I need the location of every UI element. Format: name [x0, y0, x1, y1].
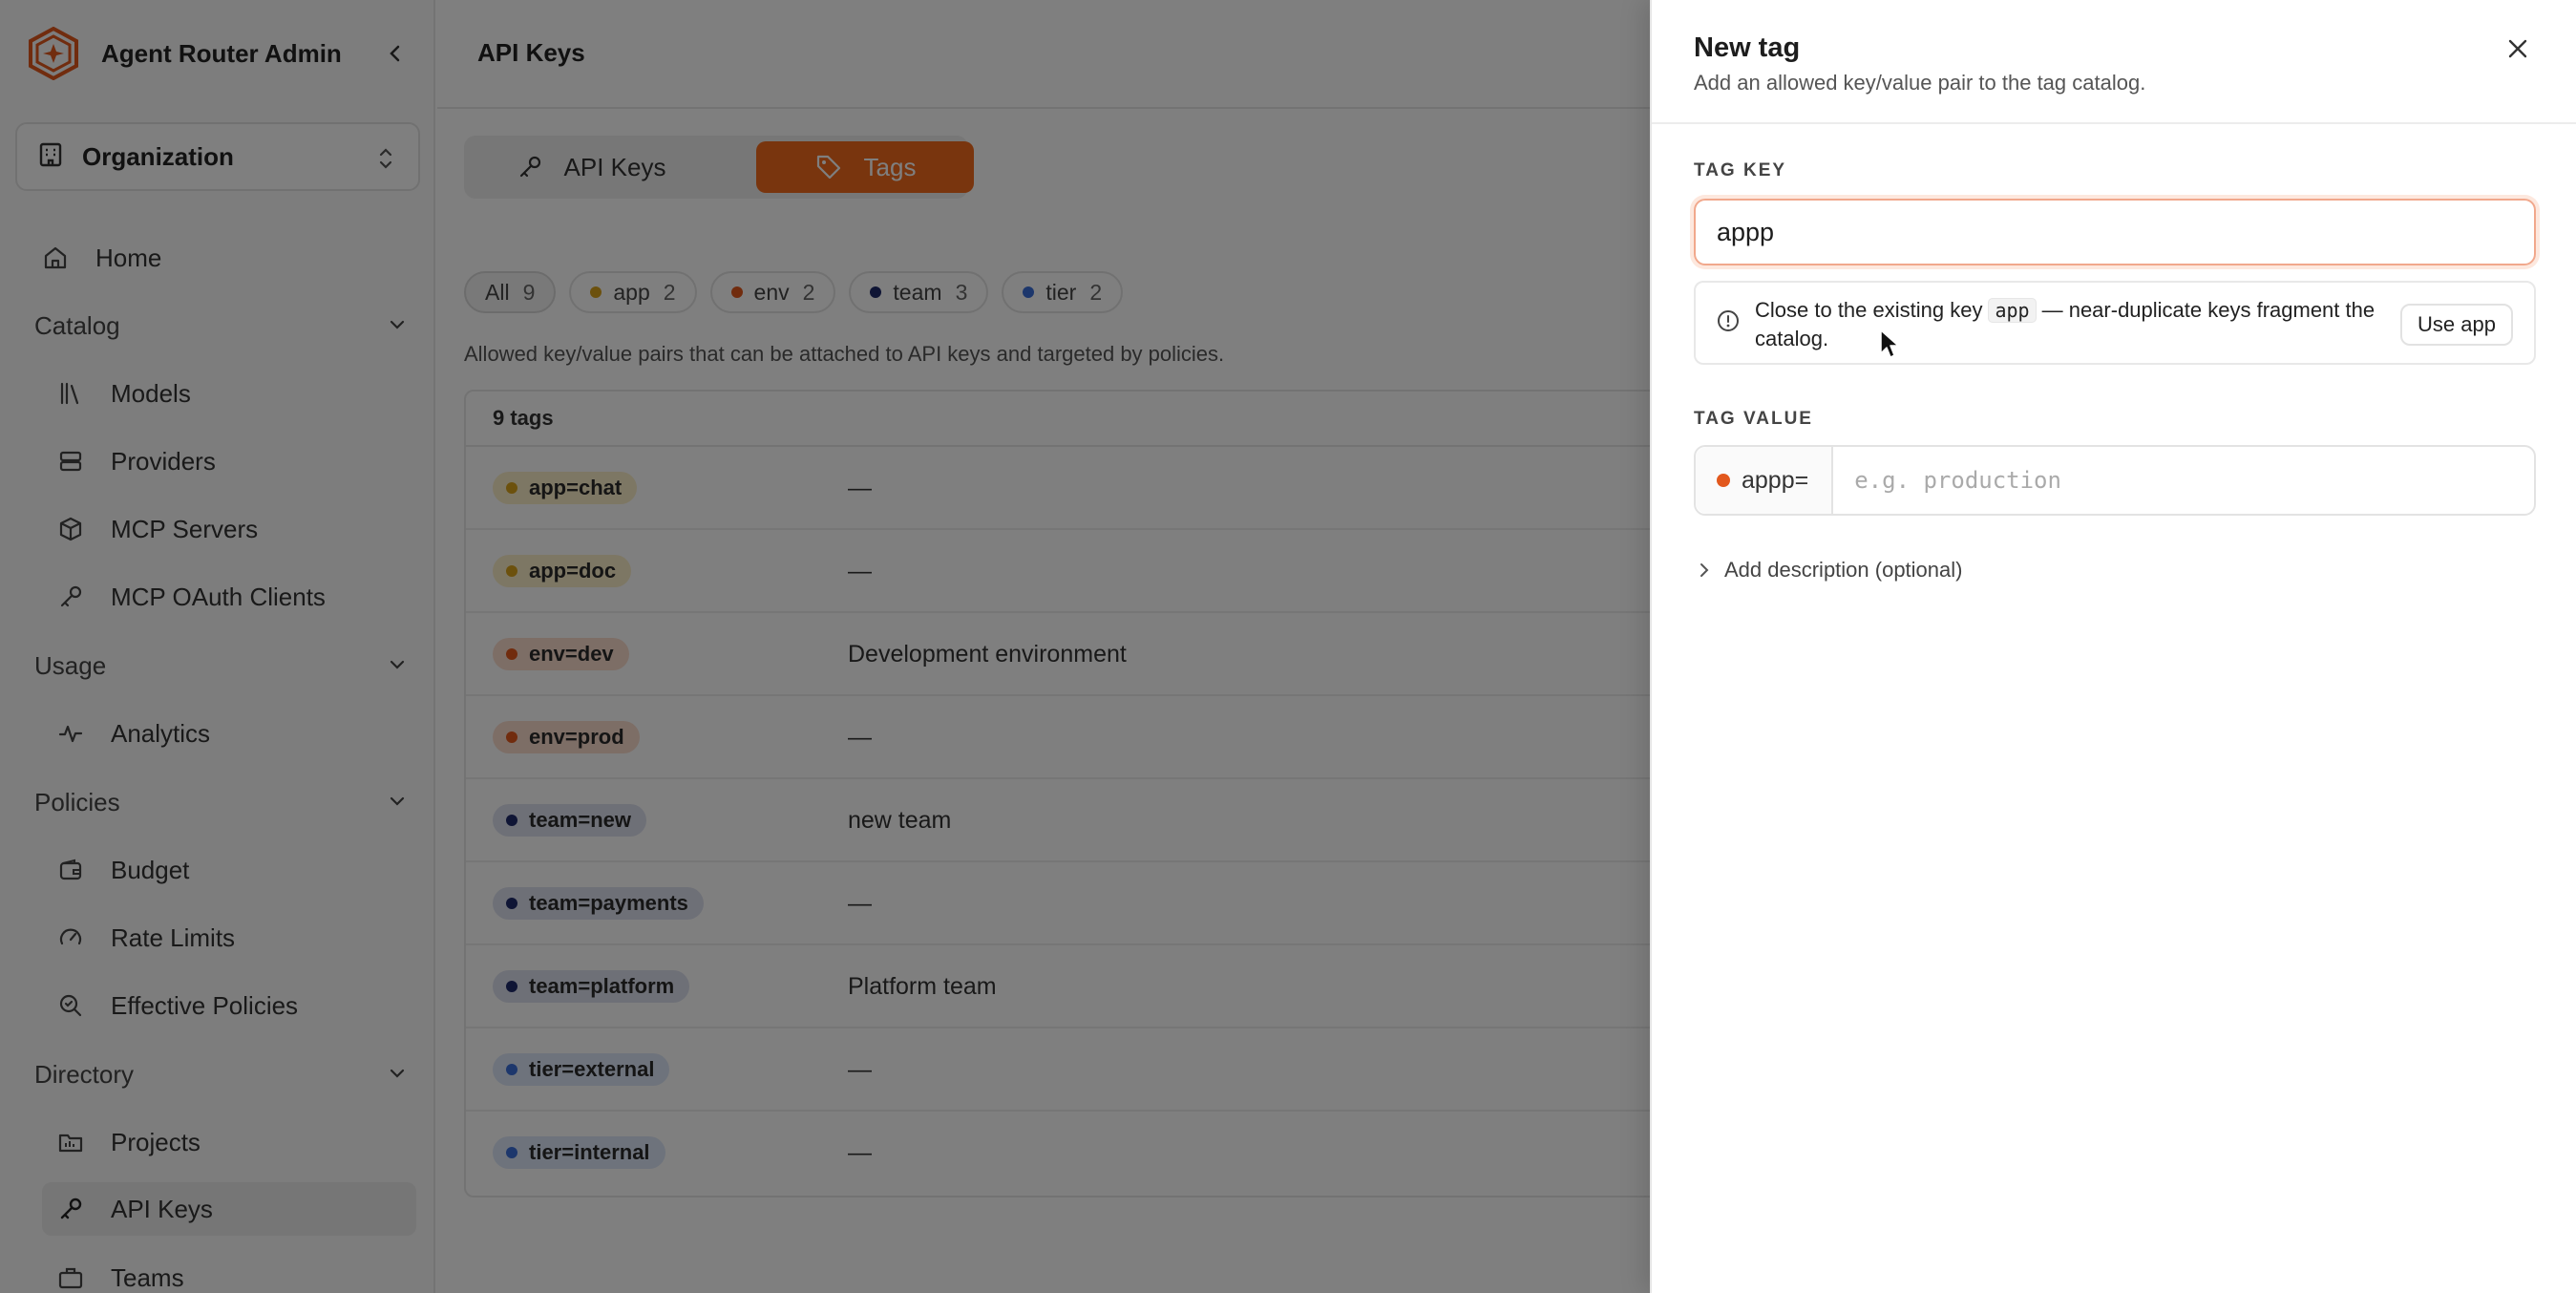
- new-tag-drawer: New tag Add an allowed key/value pair to…: [1650, 0, 2576, 1293]
- color-dot: [1717, 474, 1730, 487]
- prefix-text: appp=: [1742, 466, 1809, 494]
- use-existing-key-button[interactable]: Use app: [2400, 304, 2513, 346]
- near-duplicate-warning: Close to the existing key app — near-dupli…: [1694, 281, 2536, 365]
- drawer-header: New tag Add an allowed key/value pair to…: [1652, 0, 2576, 124]
- tag-key-label: TAG KEY: [1694, 160, 1787, 180]
- drawer-subtitle: Add an allowed key/value pair to the tag…: [1694, 71, 2146, 95]
- chevron-right-icon: [1698, 562, 1711, 578]
- modal-backdrop[interactable]: [0, 0, 1650, 1293]
- info-icon: [1717, 309, 1740, 337]
- tag-value-input[interactable]: e.g. production: [1833, 467, 2534, 494]
- warning-message: Close to the existing key app — near-dupli…: [1755, 296, 2385, 352]
- tag-key-input[interactable]: appp: [1694, 199, 2536, 265]
- tag-key-value: appp: [1717, 217, 1775, 246]
- tag-value-prefix: appp=: [1696, 447, 1834, 514]
- tag-value-field: appp= e.g. production: [1694, 445, 2536, 516]
- tag-value-label: TAG VALUE: [1694, 409, 1813, 429]
- add-description-toggle[interactable]: Add description (optional): [1698, 558, 1962, 583]
- close-icon: [2508, 39, 2527, 58]
- existing-key-code: app: [1988, 298, 2037, 323]
- mouse-cursor-icon: [1879, 329, 1900, 364]
- close-button[interactable]: [2503, 34, 2532, 63]
- drawer-title: New tag: [1694, 32, 1801, 63]
- add-description-label: Add description (optional): [1724, 558, 1963, 582]
- warning-text: Close to the existing key: [1755, 298, 1983, 322]
